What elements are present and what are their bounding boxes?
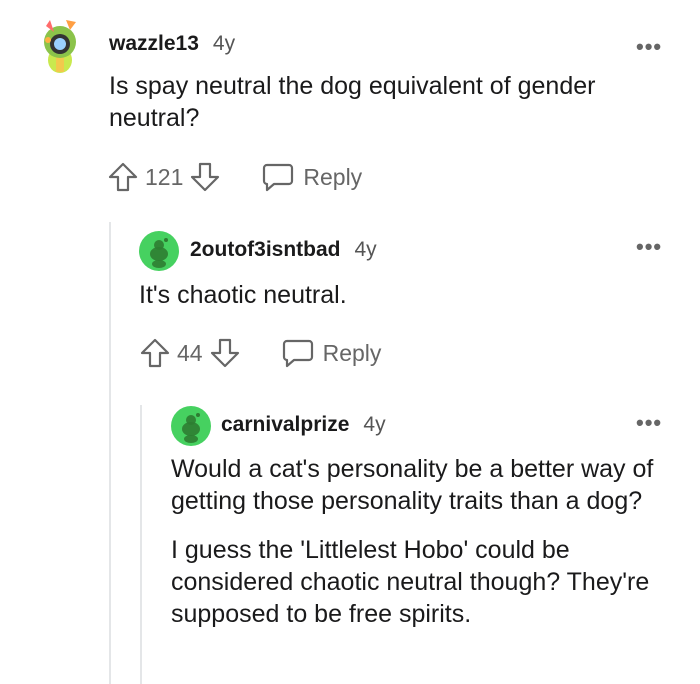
upvote-icon[interactable] bbox=[107, 161, 139, 193]
comment-timestamp[interactable]: 4y bbox=[355, 238, 377, 262]
comment-username[interactable]: wazzle13 bbox=[109, 32, 199, 56]
downvote-icon[interactable] bbox=[209, 337, 241, 369]
snoo-default-icon bbox=[150, 238, 168, 268]
thread-line-level-1[interactable] bbox=[109, 222, 111, 684]
vote-score: 44 bbox=[177, 339, 203, 366]
snoo-default-icon bbox=[182, 413, 200, 443]
comment-timestamp[interactable]: 4y bbox=[213, 32, 235, 56]
comment-paragraph: Is spay neutral the dog equivalent of ge… bbox=[109, 72, 596, 132]
comment-body: Is spay neutral the dog equivalent of ge… bbox=[109, 70, 669, 151]
more-options-button[interactable]: ••• bbox=[636, 36, 662, 58]
reply-icon bbox=[282, 339, 313, 368]
comment-paragraph: It's chaotic neutral. bbox=[139, 281, 347, 309]
comment-username[interactable]: 2outof3isntbad bbox=[190, 238, 341, 262]
comment-body: It's chaotic neutral. bbox=[139, 279, 659, 328]
more-options-button[interactable]: ••• bbox=[636, 412, 662, 434]
vote-score: 121 bbox=[145, 163, 184, 190]
avatar[interactable] bbox=[36, 14, 84, 74]
comment-paragraph: I guess the 'Littlelest Hobo' could be c… bbox=[171, 536, 650, 628]
more-options-button[interactable]: ••• bbox=[636, 236, 662, 258]
comment-actions: 44 Reply bbox=[139, 337, 381, 369]
comment-username[interactable]: carnivalprize bbox=[221, 413, 349, 437]
reply-label: Reply bbox=[303, 163, 363, 190]
thread-line-level-2[interactable] bbox=[140, 405, 142, 684]
comment-timestamp[interactable]: 4y bbox=[363, 413, 385, 437]
avatar[interactable] bbox=[171, 406, 211, 446]
comment-paragraph: Would a cat's personality be a better wa… bbox=[171, 455, 654, 515]
reply-icon bbox=[263, 163, 294, 192]
comment-actions: 121 Reply bbox=[107, 161, 362, 193]
snoo-avatar-icon bbox=[44, 20, 76, 73]
reply-button[interactable]: Reply bbox=[261, 162, 362, 192]
upvote-icon[interactable] bbox=[139, 337, 171, 369]
downvote-icon[interactable] bbox=[189, 161, 221, 193]
avatar[interactable] bbox=[139, 231, 179, 271]
reply-button[interactable]: Reply bbox=[281, 338, 382, 368]
comment-body: Would a cat's personality be a better wa… bbox=[171, 453, 671, 647]
reply-label: Reply bbox=[322, 339, 382, 366]
